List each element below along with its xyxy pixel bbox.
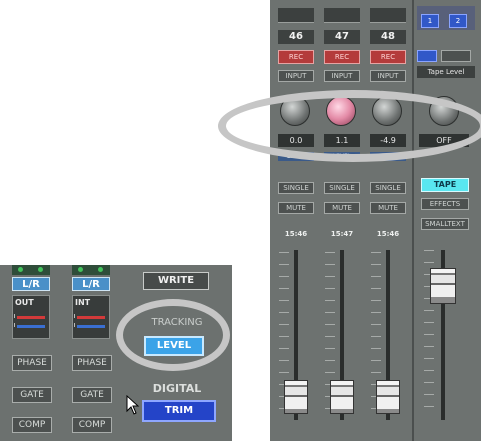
meter-bar-blue [77, 325, 105, 328]
master-mode-button[interactable] [441, 50, 471, 62]
meter-label: OUT [15, 298, 34, 307]
write-button[interactable]: WRITE [143, 272, 209, 290]
channel-number: 46 [278, 30, 314, 44]
channel-strip: L/R OUT PHASE GATE COMP [8, 265, 58, 441]
master-small-button[interactable]: SMALLTEXT [421, 218, 469, 230]
input-indicator [12, 265, 50, 275]
master-fader[interactable] [430, 268, 456, 304]
gate-button[interactable]: GATE [12, 387, 52, 403]
mouse-cursor-icon [126, 395, 140, 415]
channel-number: 48 [370, 30, 406, 44]
input-button[interactable]: INPUT [370, 70, 406, 82]
single-button[interactable]: SINGLE [278, 182, 314, 194]
mute-button[interactable]: MUTE [278, 202, 314, 214]
channel-fader[interactable] [330, 380, 354, 414]
channel-time: 15:47 [330, 230, 354, 238]
record-button[interactable]: REC [370, 50, 406, 64]
digital-label: DIGITAL [152, 382, 202, 395]
phase-button[interactable]: PHASE [12, 355, 52, 371]
record-button[interactable]: REC [324, 50, 360, 64]
comp-button[interactable]: COMP [72, 417, 112, 433]
channel-strip-46: 46 REC INPUT 0.0 LEVEL SINGLE MUTE 15:46 [274, 0, 318, 441]
single-button[interactable]: SINGLE [370, 182, 406, 194]
bus-2-button[interactable]: 2 [449, 14, 467, 28]
master-select-button[interactable] [417, 50, 437, 62]
channel-number: 47 [324, 30, 360, 44]
highlight-ring [218, 90, 481, 162]
record-button[interactable]: REC [278, 50, 314, 64]
meter-bar-red [17, 316, 45, 319]
input-button[interactable]: INPUT [278, 70, 314, 82]
channel-strip-48: 48 REC INPUT -4.9 LEVEL SINGLE MUTE 15:4… [366, 0, 410, 441]
channel-time: 15:46 [376, 230, 400, 238]
channel-header [278, 8, 314, 23]
input-indicator [72, 265, 110, 275]
gate-button[interactable]: GATE [72, 387, 112, 403]
input-button[interactable]: INPUT [324, 70, 360, 82]
channel-fader[interactable] [284, 380, 308, 414]
mute-button[interactable]: MUTE [370, 202, 406, 214]
tape-level-label: Tape Level [417, 66, 475, 78]
column-divider [412, 0, 414, 441]
channel-header [324, 8, 360, 23]
highlight-ring [116, 299, 230, 371]
single-button[interactable]: SINGLE [324, 182, 360, 194]
channel-time: 15:46 [284, 230, 308, 238]
assign-lr-button[interactable]: L/R [72, 277, 110, 291]
channel-strip: L/R INT PHASE GATE COMP [68, 265, 118, 441]
meter-label: INT [75, 298, 91, 307]
channel-header [370, 8, 406, 23]
meter-bar-red [77, 316, 105, 319]
output-meter: OUT [12, 295, 50, 339]
output-meter: INT [72, 295, 110, 339]
phase-button[interactable]: PHASE [72, 355, 112, 371]
tape-button[interactable]: TAPE [421, 178, 469, 192]
assign-lr-button[interactable]: L/R [12, 277, 50, 291]
effects-button[interactable]: EFFECTS [421, 198, 469, 210]
channel-fader[interactable] [376, 380, 400, 414]
bus-1-button[interactable]: 1 [421, 14, 439, 28]
meter-bar-blue [17, 325, 45, 328]
channel-strip-47: 47 REC INPUT 1.1 LEVEL SINGLE MUTE 15:47 [320, 0, 364, 441]
comp-button[interactable]: COMP [12, 417, 52, 433]
digital-trim-button[interactable]: TRIM [142, 400, 216, 422]
mute-button[interactable]: MUTE [324, 202, 360, 214]
